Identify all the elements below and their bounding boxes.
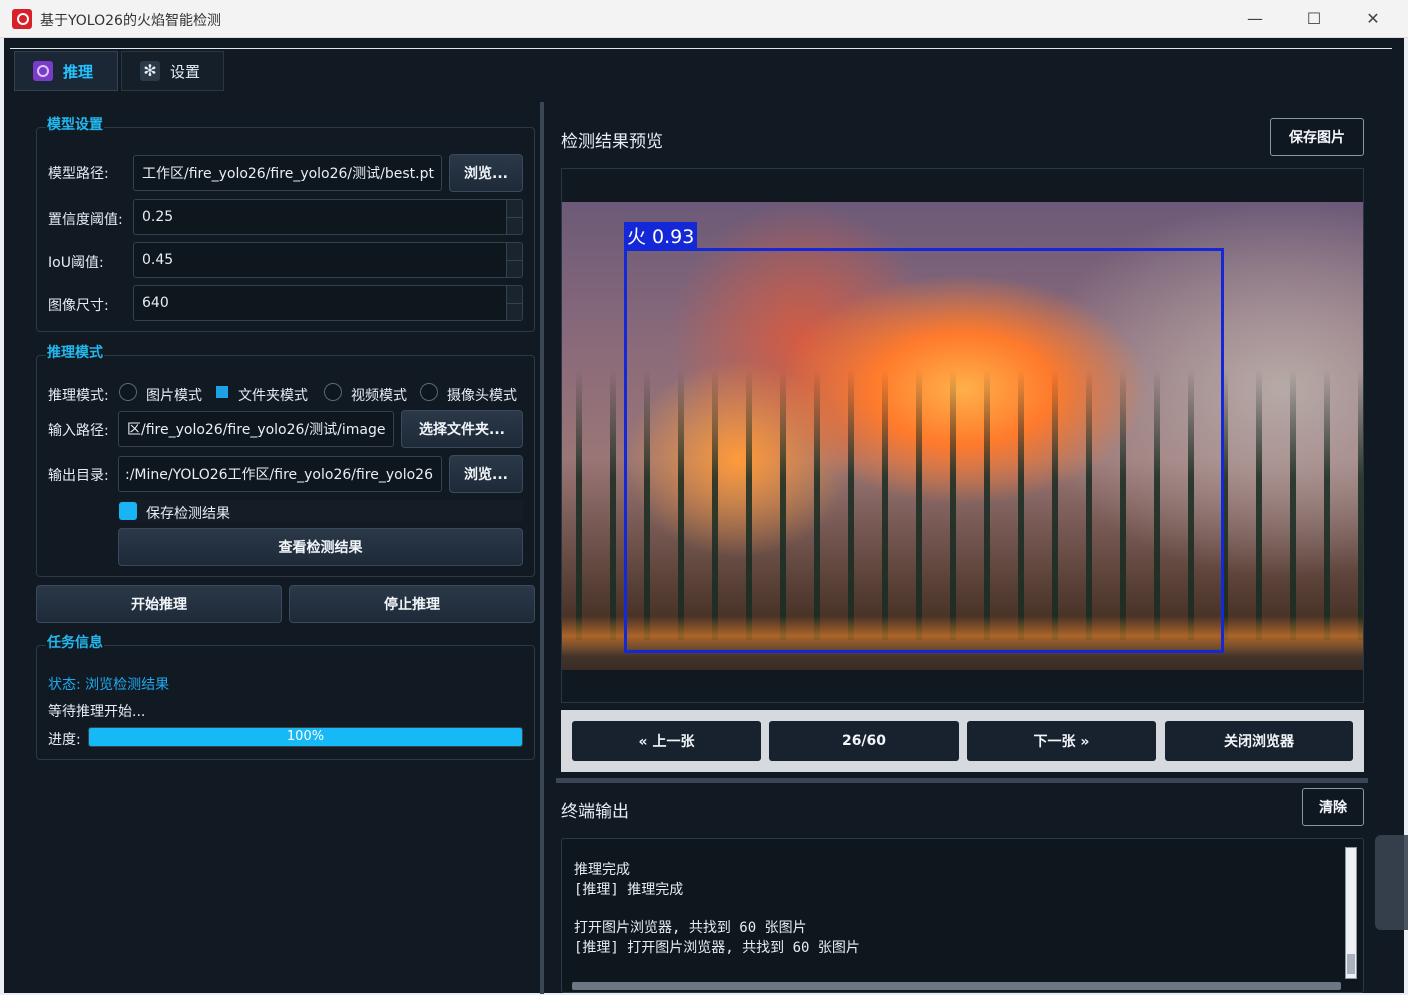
inference-mode-title: 推理模式: [46, 342, 104, 362]
radio-camera-mode[interactable]: [420, 383, 438, 401]
stop-inference-button[interactable]: 停止推理: [289, 585, 535, 623]
image-size-value: 640: [142, 295, 169, 311]
side-floating-panel[interactable]: [1375, 835, 1408, 930]
tab-inference-label: 推理: [63, 62, 94, 81]
detection-bbox: [624, 248, 1224, 653]
confidence-spinbox[interactable]: 0.25: [133, 199, 523, 235]
terminal-line: 打开图片浏览器, 共找到 60 张图片: [574, 920, 807, 936]
gear-icon: ✻: [140, 61, 160, 81]
clear-terminal-button[interactable]: 清除: [1302, 788, 1364, 826]
tab-settings[interactable]: ✻ 设置: [121, 51, 224, 91]
mode-label: 推理模式:: [48, 388, 109, 404]
target-icon: [33, 61, 53, 81]
app-logo-icon: [12, 9, 32, 29]
browse-model-button[interactable]: 浏览...: [449, 154, 523, 192]
save-image-button[interactable]: 保存图片: [1270, 118, 1364, 156]
terminal-scroll-thumb[interactable]: [1347, 954, 1355, 974]
save-results-checkbox[interactable]: [119, 502, 137, 520]
close-button[interactable]: ✕: [1350, 6, 1396, 32]
progress-label: 进度:: [48, 732, 81, 748]
image-navigator: « 上一张 26/60 下一张 » 关闭浏览器: [561, 710, 1364, 772]
preview-title: 检测结果预览: [561, 132, 663, 152]
model-path-label: 模型路径:: [48, 166, 109, 182]
top-divider: [10, 48, 1392, 49]
progress-percent: 100%: [286, 729, 325, 744]
iou-value: 0.45: [142, 252, 174, 268]
terminal-line: 推理完成: [574, 862, 630, 878]
radio-image-mode[interactable]: [119, 383, 137, 401]
option-camera-mode: 摄像头模式: [447, 388, 517, 404]
terminal-line: [推理] 推理完成: [574, 882, 684, 898]
option-video-mode: 视频模式: [351, 388, 407, 404]
browse-output-button[interactable]: 浏览...: [449, 455, 523, 493]
radio-video-mode[interactable]: [324, 383, 342, 401]
terminal-output[interactable]: 推理完成 [推理] 推理完成 打开图片浏览器, 共找到 60 张图片 [推理] …: [561, 838, 1364, 993]
status-label: 状态: 浏览检测结果: [48, 677, 170, 693]
detection-label: 火 0.93: [624, 222, 698, 249]
close-browser-button[interactable]: 关闭浏览器: [1165, 721, 1353, 761]
task-message: 等待推理开始...: [48, 704, 146, 720]
model-settings-title: 模型设置: [46, 114, 104, 134]
minimize-button[interactable]: —: [1232, 6, 1278, 32]
terminal-title: 终端输出: [561, 802, 629, 822]
input-path-label: 输入路径:: [48, 423, 109, 439]
terminal-line: [推理] 打开图片浏览器, 共找到 60 张图片: [574, 940, 860, 956]
confidence-stepper[interactable]: [506, 200, 522, 234]
tab-inference[interactable]: 推理: [14, 51, 118, 91]
iou-label: IoU阈值:: [48, 255, 104, 271]
view-results-button[interactable]: 查看检测结果: [118, 528, 523, 566]
panel-splitter[interactable]: [540, 102, 544, 994]
window-title: 基于YOLO26的火焰智能检测: [40, 13, 221, 29]
output-dir-label: 输出目录:: [48, 468, 109, 484]
vertical-splitter[interactable]: [556, 778, 1368, 783]
detection-image: 火 0.93: [562, 202, 1363, 670]
preview-panel: 火 0.93: [561, 168, 1364, 703]
title-bar: 基于YOLO26的火焰智能检测 — ☐ ✕: [0, 0, 1408, 38]
model-path-input[interactable]: 工作区/fire_yolo26/fire_yolo26/测试/best.pt: [133, 155, 442, 191]
confidence-value: 0.25: [142, 209, 174, 225]
task-info-title: 任务信息: [46, 632, 104, 652]
image-size-label: 图像尺寸:: [48, 298, 109, 314]
start-inference-button[interactable]: 开始推理: [36, 585, 282, 623]
confidence-label: 置信度阈值:: [48, 212, 123, 228]
iou-spinbox[interactable]: 0.45: [133, 242, 523, 278]
iou-stepper[interactable]: [506, 243, 522, 277]
output-dir-input[interactable]: :/Mine/YOLO26工作区/fire_yolo26/fire_yolo26: [118, 456, 442, 492]
save-results-label: 保存检测结果: [146, 506, 230, 522]
maximize-button[interactable]: ☐: [1291, 6, 1337, 32]
next-image-button[interactable]: 下一张 »: [967, 721, 1156, 761]
radio-folder-mode[interactable]: [216, 386, 228, 398]
select-folder-button[interactable]: 选择文件夹...: [401, 410, 523, 448]
option-image-mode: 图片模式: [146, 388, 202, 404]
main-window: 推理 ✻ 设置 模型设置 模型路径: 工作区/fire_yolo26/fire_…: [4, 38, 1404, 994]
prev-image-button[interactable]: « 上一张: [572, 721, 761, 761]
image-size-stepper[interactable]: [506, 286, 522, 320]
terminal-horizontal-scrollbar[interactable]: [572, 982, 1341, 990]
input-path-input[interactable]: 区/fire_yolo26/fire_yolo26/测试/image: [118, 411, 394, 447]
progress-bar: 100%: [88, 727, 523, 747]
image-size-spinbox[interactable]: 640: [133, 285, 523, 321]
option-folder-mode: 文件夹模式: [238, 388, 308, 404]
tab-settings-label: 设置: [170, 62, 201, 81]
terminal-vertical-scrollbar[interactable]: [1345, 847, 1357, 979]
image-counter: 26/60: [769, 721, 959, 761]
